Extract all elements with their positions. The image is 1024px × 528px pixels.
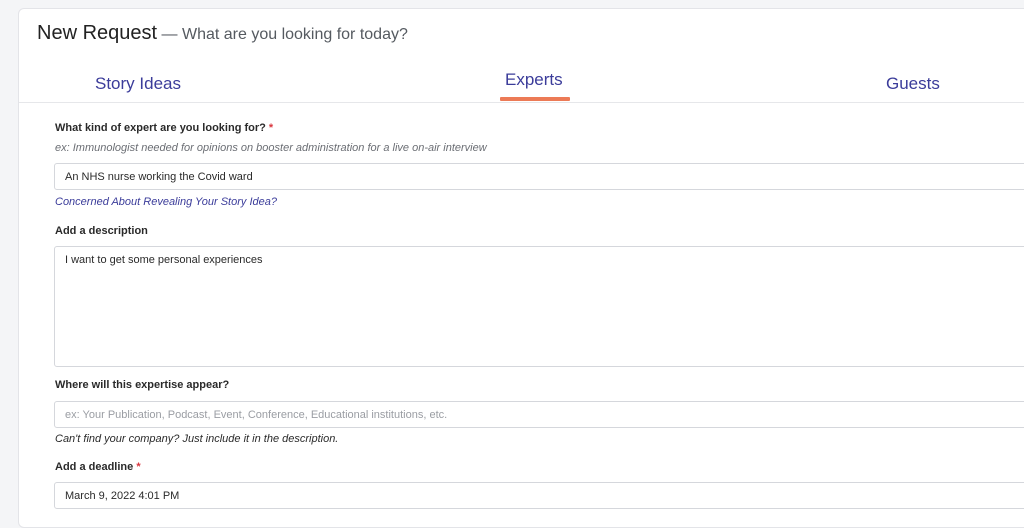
description-textarea[interactable]: I want to get some personal experiences <box>54 246 1024 367</box>
appearance-label: Where will this expertise appear? <box>55 379 230 391</box>
request-card: New Request — What are you looking for t… <box>18 8 1024 528</box>
expert-hint: ex: Immunologist needed for opinions on … <box>55 142 487 154</box>
concerned-link[interactable]: Concerned About Revealing Your Story Ide… <box>55 196 277 208</box>
deadline-field-label: Add a deadline * <box>55 461 141 473</box>
page-subtitle: — What are you looking for today? <box>161 26 408 43</box>
deadline-input[interactable] <box>54 482 1024 509</box>
deadline-label-text: Add a deadline <box>55 461 134 473</box>
tab-experts[interactable]: Experts <box>505 70 563 90</box>
expert-input[interactable] <box>54 163 1024 190</box>
tab-story-ideas[interactable]: Story Ideas <box>95 74 181 94</box>
active-tab-indicator <box>500 97 570 101</box>
company-note: Can't find your company? Just include it… <box>55 433 339 445</box>
expert-field-label: What kind of expert are you looking for?… <box>55 122 273 134</box>
description-label: Add a description <box>55 225 148 237</box>
expert-label-text: What kind of expert are you looking for? <box>55 122 266 134</box>
page-title: New Request <box>37 22 158 44</box>
tab-bar: Story Ideas Experts Guests <box>19 65 1024 103</box>
deadline-required-mark: * <box>136 461 141 473</box>
appearance-input[interactable] <box>54 401 1024 428</box>
page-header: New Request — What are you looking for t… <box>37 22 408 45</box>
tab-guests[interactable]: Guests <box>886 74 940 94</box>
expert-required-mark: * <box>268 122 274 134</box>
